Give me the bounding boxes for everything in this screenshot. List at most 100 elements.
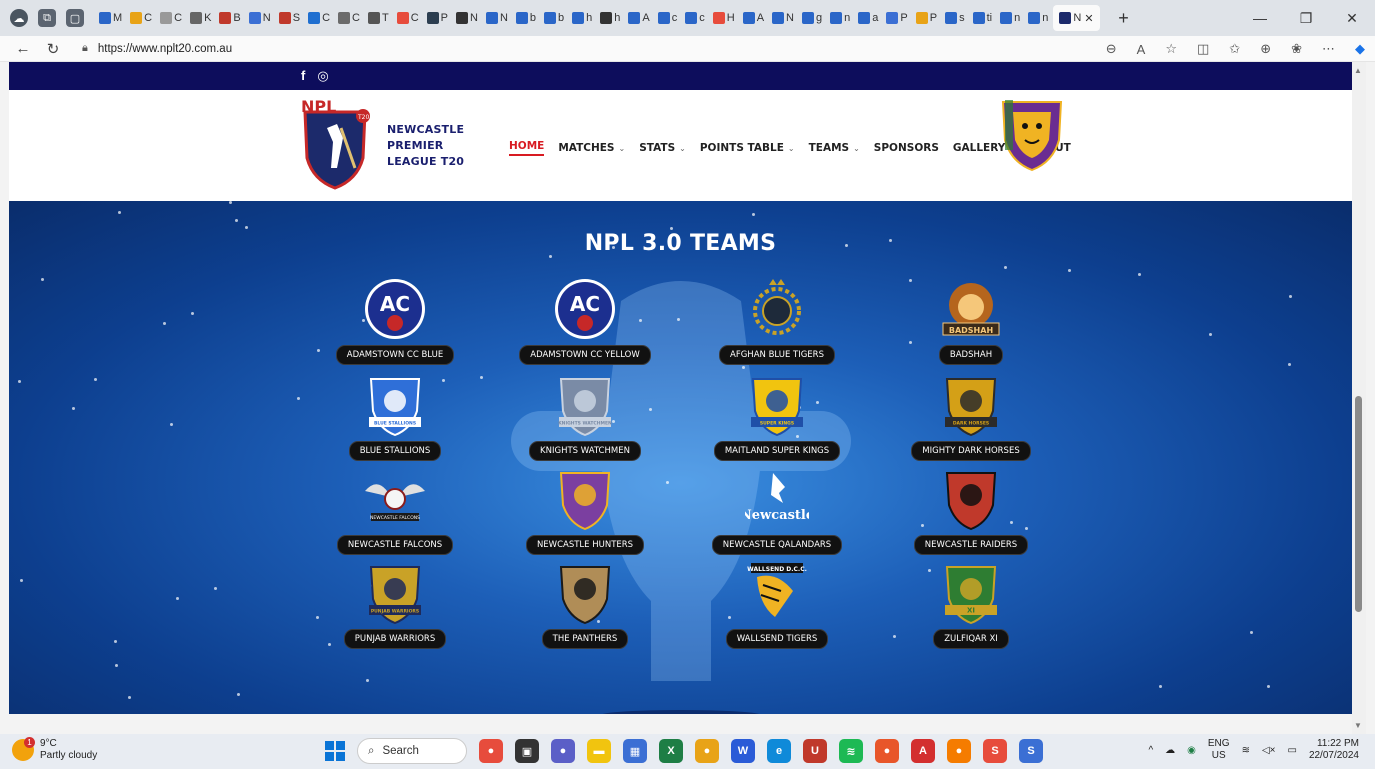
- wifi-icon[interactable]: ≋: [1242, 745, 1250, 756]
- team-name-label[interactable]: MIGHTY DARK HORSES: [911, 441, 1031, 461]
- browser-tab[interactable]: C: [335, 5, 363, 31]
- volume-icon[interactable]: ◁×: [1262, 745, 1276, 756]
- team-card[interactable]: SUPER KINGS MAITLAND SUPER KINGS: [707, 373, 847, 461]
- scroll-up-icon[interactable]: ▲: [1354, 66, 1362, 75]
- profile-avatar-icon[interactable]: ☁: [10, 9, 28, 27]
- browser-tab[interactable]: P: [883, 5, 910, 31]
- team-card[interactable]: THE PANTHERS: [515, 561, 655, 649]
- browser-tab[interactable]: A: [625, 5, 652, 31]
- browser-tab[interactable]: S: [276, 5, 303, 31]
- app-s-blue-icon[interactable]: S: [1019, 739, 1043, 763]
- close-tab-icon[interactable]: ✕: [1084, 12, 1093, 25]
- active-browser-tab[interactable]: N ✕: [1053, 5, 1100, 31]
- site-brand[interactable]: NEWCASTLE PREMIER LEAGUE T20: [387, 122, 464, 170]
- copilot-icon[interactable]: ◆: [1355, 41, 1365, 57]
- team-name-label[interactable]: BLUE STALLIONS: [348, 441, 442, 461]
- lock-icon[interactable]: 🔒︎: [82, 42, 88, 55]
- onedrive-icon[interactable]: ☁: [1165, 745, 1175, 756]
- nav-item-home[interactable]: HOME: [509, 140, 545, 156]
- task-view-icon[interactable]: ▣: [515, 739, 539, 763]
- team-name-label[interactable]: ADAMSTOWN CC BLUE: [335, 345, 455, 365]
- team-name-label[interactable]: THE PANTHERS: [541, 629, 629, 649]
- team-name-label[interactable]: NEWCASTLE HUNTERS: [525, 535, 645, 555]
- collections-icon[interactable]: ⊕: [1260, 41, 1271, 57]
- excel-icon[interactable]: X: [659, 739, 683, 763]
- browser-tab[interactable]: h: [569, 5, 595, 31]
- team-name-label[interactable]: ZULFIQAR XI: [933, 629, 1009, 649]
- team-card[interactable]: Newcastle NEWCASTLE QALANDARS: [707, 467, 847, 555]
- battery-icon[interactable]: ▭: [1287, 745, 1296, 756]
- npl-logo-icon[interactable]: NPL T20: [297, 98, 373, 190]
- team-name-label[interactable]: WALLSEND TIGERS: [725, 629, 829, 649]
- word-icon[interactable]: W: [731, 739, 755, 763]
- browser-tab[interactable]: H: [710, 5, 738, 31]
- chat-icon[interactable]: ●: [551, 739, 575, 763]
- page-scrollbar[interactable]: ▲ ▼: [1352, 62, 1366, 734]
- team-name-label[interactable]: NEWCASTLE QALANDARS: [711, 535, 843, 555]
- team-card[interactable]: AFGHAN BLUE TIGERS: [707, 277, 847, 365]
- acrobat-icon[interactable]: A: [911, 739, 935, 763]
- team-name-label[interactable]: ADAMSTOWN CC YELLOW: [519, 345, 651, 365]
- browser-tab[interactable]: s: [942, 5, 968, 31]
- browser-tab[interactable]: ti: [970, 5, 996, 31]
- browser-tab[interactable]: C: [127, 5, 155, 31]
- language-indicator[interactable]: ENG US: [1208, 738, 1230, 762]
- show-hidden-icons-icon[interactable]: ^: [1148, 745, 1153, 756]
- team-card[interactable]: NEWCASTLE HUNTERS: [515, 467, 655, 555]
- browser-tab[interactable]: C: [157, 5, 185, 31]
- clock[interactable]: 11:22 PM 22/07/2024: [1309, 738, 1359, 762]
- url-field[interactable]: 🔒︎ https://www.nplt20.com.au: [82, 42, 232, 55]
- browser-tab[interactable]: c: [682, 5, 708, 31]
- browser-tab[interactable]: B: [216, 5, 243, 31]
- browser-tab[interactable]: h: [597, 5, 623, 31]
- read-aloud-icon[interactable]: A: [1137, 42, 1146, 57]
- zoom-icon[interactable]: ⊖: [1106, 41, 1117, 57]
- browser-tab[interactable]: C: [394, 5, 422, 31]
- team-card[interactable]: BADSHAH BADSHAH: [901, 277, 1041, 365]
- store-icon[interactable]: ▦: [623, 739, 647, 763]
- team-name-label[interactable]: NEWCASTLE FALCONS: [336, 535, 454, 555]
- team-card[interactable]: AC ADAMSTOWN CC BLUE: [325, 277, 465, 365]
- newcastle-hunters-logo-icon[interactable]: [999, 96, 1065, 172]
- scroll-down-icon[interactable]: ▼: [1354, 721, 1362, 730]
- more-options-icon[interactable]: ⋯: [1322, 41, 1335, 57]
- nav-item-teams[interactable]: TEAMS ⌄: [809, 140, 860, 156]
- team-card[interactable]: KNIGHTS WATCHMEN KNIGHTS WATCHMEN: [515, 373, 655, 461]
- browser-tab[interactable]: N: [483, 5, 511, 31]
- team-card[interactable]: PUNJAB WARRIORS PUNJAB WARRIORS: [325, 561, 465, 649]
- team-card[interactable]: NEWCASTLE FALCONS NEWCASTLE FALCONS: [325, 467, 465, 555]
- browser-tab[interactable]: A: [740, 5, 767, 31]
- close-window-icon[interactable]: ✕: [1329, 0, 1375, 36]
- firefox-icon[interactable]: ●: [947, 739, 971, 763]
- split-screen-icon[interactable]: ◫: [1197, 41, 1209, 57]
- app-s-red-icon[interactable]: S: [983, 739, 1007, 763]
- browser-tab[interactable]: N: [453, 5, 481, 31]
- team-name-label[interactable]: KNIGHTS WATCHMEN: [529, 441, 641, 461]
- widgets-icon[interactable]: ●: [479, 739, 503, 763]
- browser-tab[interactable]: g: [799, 5, 825, 31]
- nav-item-stats[interactable]: STATS ⌄: [639, 140, 686, 156]
- restore-icon[interactable]: ❐: [1283, 0, 1329, 36]
- team-card[interactable]: NEWCASTLE RAIDERS: [901, 467, 1041, 555]
- browser-tab[interactable]: n: [827, 5, 853, 31]
- file-explorer-icon[interactable]: ▬: [587, 739, 611, 763]
- instagram-icon[interactable]: ◎: [317, 68, 328, 84]
- browser-tab[interactable]: b: [541, 5, 567, 31]
- browser-tab[interactable]: P: [424, 5, 451, 31]
- mcafee-icon[interactable]: U: [803, 739, 827, 763]
- browser-tab[interactable]: C: [305, 5, 333, 31]
- browser-tab[interactable]: M: [96, 5, 125, 31]
- start-button[interactable]: [325, 741, 345, 761]
- firefox-dev-icon[interactable]: ●: [875, 739, 899, 763]
- browser-tab[interactable]: N: [246, 5, 274, 31]
- team-name-label[interactable]: PUNJAB WARRIORS: [343, 629, 447, 649]
- new-tab-button[interactable]: +: [1110, 8, 1138, 29]
- browser-tab[interactable]: n: [997, 5, 1023, 31]
- browser-tab[interactable]: N: [769, 5, 797, 31]
- spotify-icon[interactable]: ≋: [839, 739, 863, 763]
- favorite-star-icon[interactable]: ☆: [1165, 41, 1177, 57]
- weather-widget[interactable]: 1 9°C Partly cloudy: [12, 737, 97, 762]
- back-icon[interactable]: ←: [8, 40, 38, 57]
- browser-tab[interactable]: c: [655, 5, 681, 31]
- team-name-label[interactable]: NEWCASTLE RAIDERS: [913, 535, 1029, 555]
